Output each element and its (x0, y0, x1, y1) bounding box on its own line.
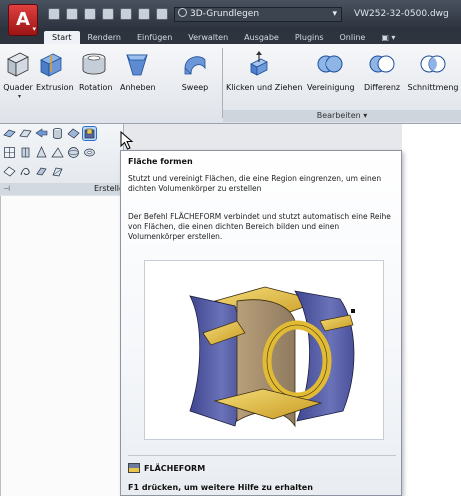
shell-icon[interactable] (3, 165, 16, 178)
chevron-down-icon[interactable]: ▾ (18, 93, 21, 100)
undo-icon[interactable] (138, 8, 150, 20)
sweep-icon (184, 56, 206, 75)
command-icon (128, 463, 140, 473)
erstellen-panel-footer[interactable]: ⊣ Erstelle (0, 183, 124, 195)
surface-icon[interactable] (67, 127, 80, 140)
schnittmenge-button[interactable]: Schnittmeng (407, 50, 459, 92)
tooltip-command: FLÄCHEFORM (128, 463, 205, 473)
workspace-dropdown[interactable]: 3D-Grundlegen ▾ (174, 7, 342, 22)
extrusion-label: Extrusion (36, 83, 74, 92)
grid-icon[interactable] (3, 146, 16, 159)
new-file-icon[interactable] (48, 8, 60, 20)
differenz-label: Differenz (364, 83, 401, 92)
ribbon-separator (222, 48, 223, 118)
tooltip-separator (128, 455, 396, 456)
ribbon: Quader ▾ Extrusion Rotation Anheben Swee… (0, 44, 461, 124)
pin-icon[interactable]: ⊣ (3, 183, 10, 195)
klicken-und-ziehen-button[interactable]: Klicken und Ziehen (226, 50, 302, 92)
drawing-area-border (0, 196, 1, 496)
extrusion-button[interactable]: Extrusion (36, 50, 74, 92)
bearbeiten-panel-title[interactable]: Bearbeiten ▾ (223, 110, 461, 122)
tab-5[interactable]: Plugins (287, 31, 332, 44)
anheben-label: Anheben (120, 83, 156, 92)
extrude-icon (40, 53, 62, 77)
tooltip-title: Fläche formen (128, 157, 193, 166)
loft-icon (126, 54, 148, 76)
differenz-button[interactable]: Differenz (364, 50, 400, 92)
slice-icon[interactable] (19, 146, 32, 159)
save-as-icon[interactable] (102, 8, 114, 20)
quader-label: Quader (3, 83, 33, 92)
intersect-icon (420, 55, 446, 73)
tab-2[interactable]: Einfügen (129, 31, 180, 44)
icon-row-3 (3, 165, 64, 178)
sweep-button[interactable]: Sweep (180, 50, 210, 92)
vereinigung-label: Vereinigung (307, 83, 355, 92)
print-icon[interactable] (120, 8, 132, 20)
rotation-button[interactable]: Rotation (79, 50, 113, 92)
box-icon (7, 52, 29, 77)
convert-icon[interactable] (51, 165, 64, 178)
chevron-down-icon: ▾ (332, 9, 337, 19)
drawing-area-right[interactable] (402, 124, 461, 496)
rotation-label: Rotation (79, 83, 113, 92)
tab-1[interactable]: Rendern (80, 31, 129, 44)
quick-access-toolbar (48, 8, 168, 20)
tooltip-command-name: FLÄCHEFORM (144, 463, 206, 473)
tooltip-illustration (144, 260, 384, 440)
ribbon-tabs: Start Rendern Einfügen Verwalten Ausgabe Plug… (44, 31, 461, 44)
planar-surface-icon[interactable] (19, 127, 32, 140)
command-tooltip: Fläche formen Stutzt und vereinigt Fläch… (120, 150, 402, 496)
erstellen-panel: ⊣ Erstelle (0, 124, 124, 196)
tab-7[interactable]: ▣ ▾ (373, 31, 403, 44)
title-bar: 3D-Grundlegen ▾ VW252-32-0500.dwg (0, 0, 461, 31)
open-file-icon[interactable] (66, 8, 78, 20)
tab-3[interactable]: Verwalten (180, 31, 236, 44)
document-title: VW252-32-0500.dwg (354, 9, 449, 19)
tooltip-summary: Stutzt und vereinigt Flächen, die eine R… (128, 174, 382, 193)
icon-row-1 (3, 126, 97, 141)
mouse-cursor-icon (120, 131, 134, 150)
sphere-icon[interactable] (67, 146, 80, 159)
redo-icon[interactable] (156, 8, 168, 20)
schnittmenge-label: Schnittmeng (407, 83, 459, 92)
polysolid-icon[interactable] (3, 127, 16, 140)
icon-row-2 (3, 146, 96, 159)
tooltip-description: Der Befehl FLÄCHEFORM verbindet und stut… (128, 212, 391, 241)
arrow-icon[interactable] (35, 127, 48, 140)
tab-6[interactable]: Online (332, 31, 374, 44)
klicken-und-ziehen-label: Klicken und Ziehen (226, 83, 303, 92)
gear-icon (178, 8, 187, 17)
surface-sculpt-icon[interactable] (82, 126, 97, 141)
surface-sculpt-illustration (189, 286, 355, 428)
sweep-label: Sweep (181, 83, 209, 92)
application-menu-button[interactable]: A ▾ (8, 4, 38, 36)
wedge-icon[interactable] (51, 146, 64, 159)
anheben-button[interactable]: Anheben (120, 50, 156, 92)
cylinder-icon[interactable] (51, 127, 64, 140)
cone-icon[interactable] (35, 146, 48, 159)
chevron-down-icon: ▾ (32, 25, 36, 33)
union-icon (317, 55, 343, 73)
torus-icon[interactable] (83, 146, 96, 159)
vereinigung-button[interactable]: Vereinigung (307, 50, 355, 92)
helix-icon[interactable] (19, 165, 32, 178)
tab-4[interactable]: Ausgabe (236, 31, 287, 44)
quader-button[interactable]: Quader (3, 50, 33, 92)
thicken-icon[interactable] (35, 165, 48, 178)
app-logo-letter: A (16, 9, 30, 30)
save-icon[interactable] (84, 8, 96, 20)
tooltip-help: F1 drücken, um weitere Hilfe zu erhalten (128, 483, 313, 492)
workspace-name: 3D-Grundlegen (190, 9, 260, 19)
presspull-icon (250, 51, 268, 76)
revolve-icon (82, 53, 106, 75)
tab-0[interactable]: Start (44, 31, 80, 44)
subtract-icon (369, 55, 395, 73)
